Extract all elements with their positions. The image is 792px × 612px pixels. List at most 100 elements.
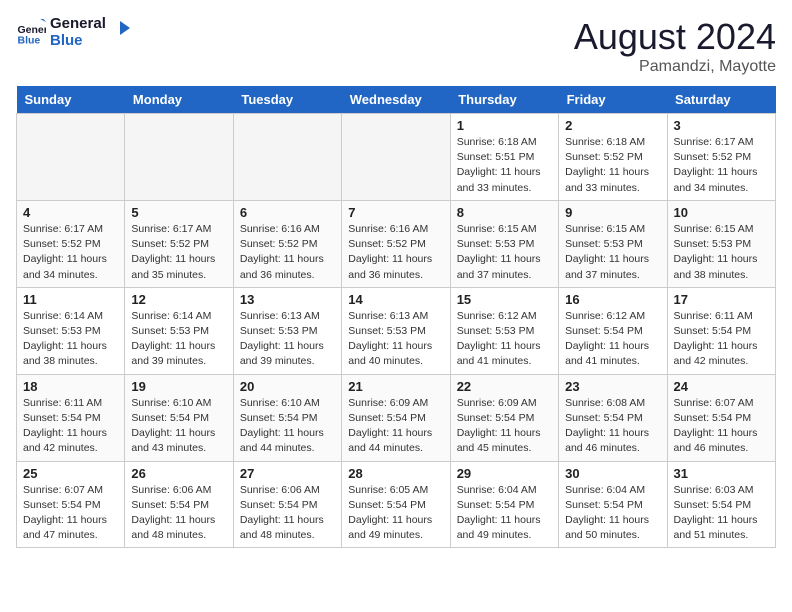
logo-arrow-icon [112,17,134,39]
calendar-day-cell: 3 Sunrise: 6:17 AMSunset: 5:52 PMDaylight… [667,114,775,201]
calendar-day-cell: 23Sunrise: 6:08 AMSunset: 5:54 PMDayligh… [559,374,667,461]
day-number: 28 [348,466,443,481]
calendar-day-cell: 29 Sunrise: 6:04 AMSunset: 5:54 PMDayligh… [450,461,558,548]
day-number: 18 [23,379,118,394]
day-info: Sunrise: 6:18 AMSunset: 5:51 PMDaylight:… [457,135,552,196]
day-info: Sunrise: 6:05 AMSunset: 5:54 PMDaylight:… [348,483,443,544]
day-info: Sunrise: 6:04 AMSunset: 5:54 PMDaylight:… [457,483,552,544]
day-number: 21 [348,379,443,394]
day-number: 11 [23,292,118,307]
day-info: Sunrise: 6:17 AMSunset: 5:52 PMDaylight:… [23,222,118,283]
calendar-day-cell: 24Sunrise: 6:07 AMSunset: 5:54 PMDayligh… [667,374,775,461]
calendar-header-row: SundayMondayTuesdayWednesdayThursdayFrid… [17,86,776,114]
calendar-day-cell: 11Sunrise: 6:14 AMSunset: 5:53 PMDayligh… [17,287,125,374]
calendar-day-cell: 20 Sunrise: 6:10 AMSunset: 5:54 PMDayligh… [233,374,341,461]
calendar-day-cell: 9 Sunrise: 6:15 AMSunset: 5:53 PMDaylight… [559,200,667,287]
day-number: 16 [565,292,660,307]
day-info: Sunrise: 6:07 AMSunset: 5:54 PMDaylight:… [23,483,118,544]
day-info: Sunrise: 6:13 AMSunset: 5:53 PMDaylight:… [240,309,335,370]
calendar-day-cell: 17Sunrise: 6:11 AMSunset: 5:54 PMDayligh… [667,287,775,374]
calendar-day-cell: 31Sunrise: 6:03 AMSunset: 5:54 PMDayligh… [667,461,775,548]
calendar-day-cell: 27Sunrise: 6:06 AMSunset: 5:54 PMDayligh… [233,461,341,548]
calendar-day-cell: 1 Sunrise: 6:18 AMSunset: 5:51 PMDaylight… [450,114,558,201]
day-info: Sunrise: 6:06 AMSunset: 5:54 PMDaylight:… [240,483,335,544]
day-number: 25 [23,466,118,481]
day-number: 10 [674,205,769,220]
calendar-day-cell: 30 Sunrise: 6:04 AMSunset: 5:54 PMDayligh… [559,461,667,548]
day-number: 3 [674,118,769,133]
day-info: Sunrise: 6:12 AMSunset: 5:54 PMDaylight:… [565,309,660,370]
day-info: Sunrise: 6:15 AMSunset: 5:53 PMDaylight:… [457,222,552,283]
day-number: 14 [348,292,443,307]
calendar-day-cell: 2Sunrise: 6:18 AMSunset: 5:52 PMDaylight… [559,114,667,201]
calendar-day-cell: 21Sunrise: 6:09 AMSunset: 5:54 PMDayligh… [342,374,450,461]
day-info: Sunrise: 6:15 AMSunset: 5:53 PMDaylight:… [674,222,769,283]
day-info: Sunrise: 6:04 AMSunset: 5:54 PMDaylight:… [565,483,660,544]
header-friday: Friday [559,86,667,114]
calendar-day-cell: 8 Sunrise: 6:15 AMSunset: 5:53 PMDaylight… [450,200,558,287]
day-number: 23 [565,379,660,394]
page-header: General Blue General Blue August 2024 Pa… [16,16,776,76]
day-number: 5 [131,205,226,220]
calendar-day-cell: 12 Sunrise: 6:14 AMSunset: 5:53 PMDayligh… [125,287,233,374]
calendar-day-cell [125,114,233,201]
header-sunday: Sunday [17,86,125,114]
calendar-day-cell: 5 Sunrise: 6:17 AMSunset: 5:52 PMDaylight… [125,200,233,287]
day-number: 29 [457,466,552,481]
calendar-table: SundayMondayTuesdayWednesdayThursdayFrid… [16,86,776,548]
calendar-day-cell: 14 Sunrise: 6:13 AMSunset: 5:53 PMDayligh… [342,287,450,374]
day-info: Sunrise: 6:17 AMSunset: 5:52 PMDaylight:… [131,222,226,283]
header-thursday: Thursday [450,86,558,114]
header-wednesday: Wednesday [342,86,450,114]
day-info: Sunrise: 6:12 AMSunset: 5:53 PMDaylight:… [457,309,552,370]
day-number: 22 [457,379,552,394]
day-number: 31 [674,466,769,481]
day-number: 13 [240,292,335,307]
logo: General Blue General Blue [16,16,134,49]
calendar-week-row: 18 Sunrise: 6:11 AMSunset: 5:54 PMDayligh… [17,374,776,461]
day-info: Sunrise: 6:16 AMSunset: 5:52 PMDaylight:… [348,222,443,283]
day-number: 7 [348,205,443,220]
calendar-week-row: 1 Sunrise: 6:18 AMSunset: 5:51 PMDaylight… [17,114,776,201]
calendar-day-cell: 19 Sunrise: 6:10 AMSunset: 5:54 PMDayligh… [125,374,233,461]
day-number: 8 [457,205,552,220]
day-number: 4 [23,205,118,220]
day-number: 30 [565,466,660,481]
day-number: 15 [457,292,552,307]
header-tuesday: Tuesday [233,86,341,114]
day-number: 1 [457,118,552,133]
calendar-day-cell: 26Sunrise: 6:06 AMSunset: 5:54 PMDayligh… [125,461,233,548]
calendar-day-cell: 16 Sunrise: 6:12 AMSunset: 5:54 PMDayligh… [559,287,667,374]
calendar-week-row: 25 Sunrise: 6:07 AMSunset: 5:54 PMDayligh… [17,461,776,548]
day-number: 12 [131,292,226,307]
calendar-week-row: 11 Sunrise: 6:14 AMSunset: 5:53 PMDayligh… [17,287,776,374]
day-info: Sunrise: 6:10 AMSunset: 5:54 PMDaylight:… [240,396,335,457]
day-info: Sunrise: 6:14 AMSunset: 5:53 PMDaylight:… [131,309,226,370]
calendar-day-cell [233,114,341,201]
calendar-day-cell [342,114,450,201]
header-monday: Monday [125,86,233,114]
day-info: Sunrise: 6:07 AMSunset: 5:54 PMDaylight:… [674,396,769,457]
day-info: Sunrise: 6:17 AMSunset: 5:52 PMDaylight:… [674,135,769,196]
day-number: 19 [131,379,226,394]
logo-blue: Blue [50,33,106,50]
logo-icon: General Blue [16,18,46,48]
calendar-day-cell: 15 Sunrise: 6:12 AMSunset: 5:53 PMDayligh… [450,287,558,374]
svg-text:Blue: Blue [18,34,41,46]
header-saturday: Saturday [667,86,775,114]
day-info: Sunrise: 6:11 AMSunset: 5:54 PMDaylight:… [23,396,118,457]
calendar-day-cell: 10 Sunrise: 6:15 AMSunset: 5:53 PMDayligh… [667,200,775,287]
day-number: 9 [565,205,660,220]
month-year-title: August 2024 [574,16,776,58]
day-info: Sunrise: 6:10 AMSunset: 5:54 PMDaylight:… [131,396,226,457]
calendar-day-cell: 7 Sunrise: 6:16 AMSunset: 5:52 PMDaylight… [342,200,450,287]
day-info: Sunrise: 6:15 AMSunset: 5:53 PMDaylight:… [565,222,660,283]
day-info: Sunrise: 6:18 AMSunset: 5:52 PMDaylight:… [565,135,660,196]
location-subtitle: Pamandzi, Mayotte [574,58,776,76]
logo-general: General [50,16,106,33]
day-number: 20 [240,379,335,394]
calendar-day-cell: 4 Sunrise: 6:17 AMSunset: 5:52 PMDaylight… [17,200,125,287]
day-number: 26 [131,466,226,481]
day-number: 6 [240,205,335,220]
day-info: Sunrise: 6:13 AMSunset: 5:53 PMDaylight:… [348,309,443,370]
